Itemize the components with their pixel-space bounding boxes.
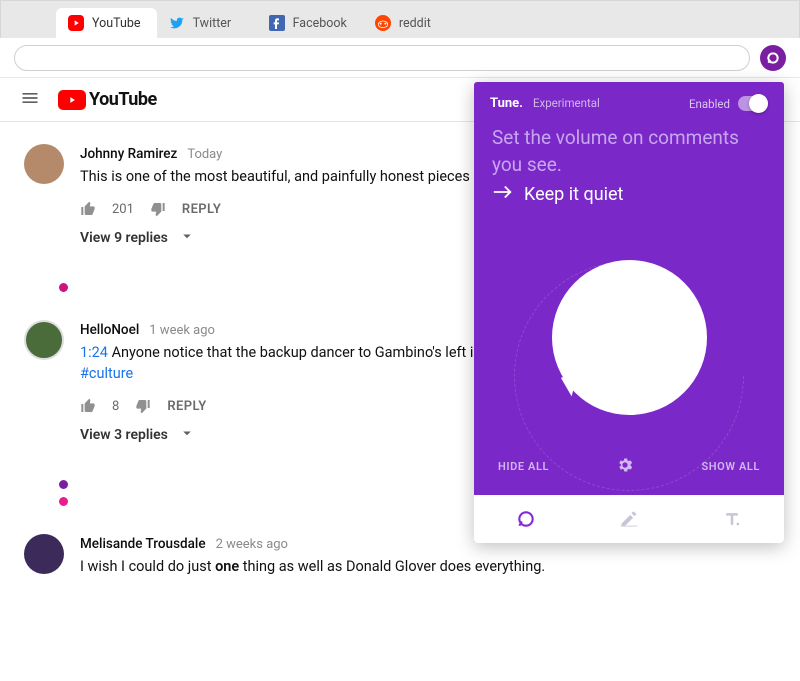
comment-text: I wish I could do just one thing as well… <box>80 556 776 577</box>
enabled-label: Enabled <box>689 97 730 111</box>
chevron-down-icon <box>178 227 196 249</box>
tune-panel: Tune. Experimental Enabled Set the volum… <box>474 82 784 543</box>
reddit-icon <box>375 15 391 31</box>
comment-time: Today <box>187 147 222 162</box>
thumbs-down-icon[interactable] <box>135 398 151 414</box>
tune-extension-icon[interactable] <box>760 45 786 71</box>
browser-tab-facebook[interactable]: Facebook <box>257 8 363 38</box>
like-count: 201 <box>112 202 134 217</box>
threshold-dot <box>59 497 68 506</box>
tune-footer-tabs <box>474 495 784 543</box>
tune-subheading: Keep it quiet <box>474 180 784 221</box>
tune-headline: Set the volume on comments you see. <box>474 119 784 180</box>
dial-zone <box>474 221 784 466</box>
youtube-logo-text: YouTube <box>89 89 157 110</box>
tab-label: YouTube <box>92 16 141 31</box>
threshold-dot <box>59 283 68 292</box>
like-count: 8 <box>112 399 119 414</box>
comment-author[interactable]: HelloNoel <box>80 322 139 338</box>
avatar[interactable] <box>24 534 64 574</box>
avatar[interactable] <box>24 144 64 184</box>
facebook-icon <box>269 15 285 31</box>
thumbs-down-icon[interactable] <box>150 201 166 217</box>
youtube-icon <box>68 15 84 31</box>
browser-tab-reddit[interactable]: reddit <box>363 8 463 38</box>
tune-tab-text[interactable] <box>702 509 762 529</box>
threshold-dot <box>59 480 68 489</box>
youtube-logo[interactable]: YouTube <box>58 89 157 110</box>
hashtag-link[interactable]: #culture <box>80 365 133 382</box>
view-replies-label: View 9 replies <box>80 230 168 246</box>
browser-tab-twitter[interactable]: Twitter <box>157 8 257 38</box>
comment-author[interactable]: Melisande Trousdale <box>80 536 206 552</box>
arrow-right-icon <box>492 184 514 205</box>
timestamp-link[interactable]: 1:24 <box>80 344 108 361</box>
reply-button[interactable]: REPLY <box>167 399 206 414</box>
comment-author[interactable]: Johnny Ramirez <box>80 146 177 162</box>
url-bar-row <box>0 38 800 78</box>
youtube-play-icon <box>58 90 86 110</box>
tab-label: Facebook <box>293 16 347 31</box>
hamburger-icon[interactable] <box>20 88 40 112</box>
enabled-toggle[interactable] <box>738 96 768 111</box>
tab-label: Twitter <box>193 16 232 31</box>
view-replies-label: View 3 replies <box>80 427 168 443</box>
twitter-icon <box>169 15 185 31</box>
tune-tab-dial[interactable] <box>496 509 556 529</box>
reply-button[interactable]: REPLY <box>182 202 221 217</box>
browser-tab-strip: YouTube Twitter Facebook reddit <box>0 0 800 38</box>
comment-time: 1 week ago <box>149 323 215 338</box>
chevron-down-icon <box>178 424 196 446</box>
tune-tab-edit[interactable] <box>599 509 659 529</box>
thumbs-up-icon[interactable] <box>80 201 96 217</box>
volume-dial[interactable] <box>552 260 707 415</box>
comment-time: 2 weeks ago <box>216 537 288 552</box>
tune-experimental-label: Experimental <box>533 96 600 110</box>
tab-label: reddit <box>399 16 431 31</box>
tune-brand: Tune. <box>490 96 523 111</box>
url-input[interactable] <box>14 45 750 71</box>
browser-tab-youtube[interactable]: YouTube <box>56 8 157 38</box>
avatar[interactable] <box>24 320 64 360</box>
thumbs-up-icon[interactable] <box>80 398 96 414</box>
